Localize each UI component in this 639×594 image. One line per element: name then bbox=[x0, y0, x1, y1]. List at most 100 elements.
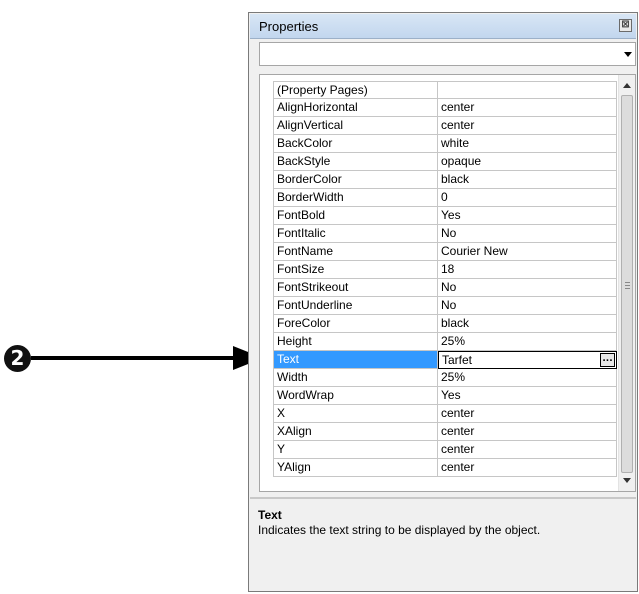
property-value[interactable]: 0 bbox=[438, 189, 617, 207]
property-value[interactable]: No bbox=[438, 279, 617, 297]
property-name[interactable]: Width bbox=[273, 369, 438, 387]
property-name[interactable]: FontName bbox=[273, 243, 438, 261]
property-value-text: white bbox=[441, 136, 470, 150]
property-name[interactable]: BackColor bbox=[273, 135, 438, 153]
property-name[interactable]: X bbox=[273, 405, 438, 423]
grip-icon bbox=[625, 282, 630, 289]
property-value[interactable]: No bbox=[438, 297, 617, 315]
property-name[interactable]: WordWrap bbox=[273, 387, 438, 405]
property-row[interactable]: BorderWidth 0 bbox=[273, 189, 617, 207]
property-value-text: Yes bbox=[441, 208, 461, 222]
property-value-text: center bbox=[441, 406, 475, 420]
description-text: Indicates the text string to be displaye… bbox=[258, 523, 541, 537]
property-row[interactable]: BorderColor black bbox=[273, 171, 617, 189]
property-row[interactable]: Xcenter bbox=[273, 405, 617, 423]
property-row[interactable]: FontUnderline No bbox=[273, 297, 617, 315]
close-icon[interactable]: ⊠ bbox=[619, 19, 632, 32]
property-value[interactable]: opaque bbox=[438, 153, 617, 171]
property-value[interactable] bbox=[438, 81, 617, 99]
property-value-text: No bbox=[441, 280, 457, 294]
property-name[interactable]: Text bbox=[273, 351, 438, 369]
property-grid: (Property Pages) AlignHorizontal center Ali… bbox=[259, 74, 636, 492]
description-splitter[interactable] bbox=[250, 497, 636, 499]
property-name[interactable]: FontItalic bbox=[273, 225, 438, 243]
property-name[interactable]: XAlign bbox=[273, 423, 438, 441]
property-row[interactable]: YAlign center bbox=[273, 459, 617, 477]
property-value-text: black bbox=[441, 316, 470, 330]
property-value-text: Yes bbox=[441, 388, 461, 402]
property-name[interactable]: (Property Pages) bbox=[273, 81, 438, 99]
property-value[interactable]: white bbox=[438, 135, 617, 153]
property-value[interactable]: 18 bbox=[438, 261, 617, 279]
property-table: (Property Pages) AlignHorizontal center Ali… bbox=[273, 81, 617, 477]
property-name[interactable]: AlignVertical bbox=[273, 117, 438, 135]
property-row[interactable]: WordWrap Yes bbox=[273, 387, 617, 405]
ellipsis-button[interactable]: ... bbox=[600, 353, 615, 367]
property-row[interactable]: Text Tarfet... bbox=[273, 351, 617, 369]
property-value[interactable]: center bbox=[438, 405, 617, 423]
property-name[interactable]: YAlign bbox=[273, 459, 438, 477]
property-row[interactable]: FontName Courier New bbox=[273, 243, 617, 261]
property-name[interactable]: FontSize bbox=[273, 261, 438, 279]
property-value[interactable]: black bbox=[438, 171, 617, 189]
property-row[interactable]: AlignHorizontal center bbox=[273, 99, 617, 117]
property-name[interactable]: FontUnderline bbox=[273, 297, 438, 315]
property-value[interactable]: center bbox=[438, 423, 617, 441]
property-name[interactable]: FontBold bbox=[273, 207, 438, 225]
vertical-scrollbar[interactable] bbox=[618, 75, 635, 491]
property-row[interactable]: FontBold Yes bbox=[273, 207, 617, 225]
property-value[interactable]: center bbox=[438, 99, 617, 117]
property-value[interactable]: Tarfet... bbox=[438, 351, 617, 369]
scroll-down-icon[interactable] bbox=[623, 478, 631, 483]
property-value-text: center bbox=[441, 442, 475, 456]
callout-number-badge: 2 bbox=[4, 345, 31, 372]
property-name[interactable]: Height bbox=[273, 333, 438, 351]
property-row[interactable]: BackStyle opaque bbox=[273, 153, 617, 171]
property-value[interactable]: Yes bbox=[438, 387, 617, 405]
property-value-text: center bbox=[441, 460, 475, 474]
object-selector-dropdown[interactable] bbox=[259, 42, 636, 66]
property-row[interactable]: BackColor white bbox=[273, 135, 617, 153]
scroll-up-icon[interactable] bbox=[623, 83, 631, 88]
property-row[interactable]: ForeColor black bbox=[273, 315, 617, 333]
property-row[interactable]: (Property Pages) bbox=[273, 81, 617, 99]
property-value-text: center bbox=[441, 118, 475, 132]
property-value[interactable]: center bbox=[438, 117, 617, 135]
property-name[interactable]: BorderWidth bbox=[273, 189, 438, 207]
property-name[interactable]: FontStrikeout bbox=[273, 279, 438, 297]
window-title: Properties bbox=[259, 19, 319, 34]
property-value[interactable]: center bbox=[438, 459, 617, 477]
property-value-text: black bbox=[441, 172, 470, 186]
property-value-text: 18 bbox=[441, 262, 455, 276]
chevron-down-icon[interactable] bbox=[624, 52, 632, 57]
property-name[interactable]: AlignHorizontal bbox=[273, 99, 438, 117]
property-value-text: 0 bbox=[441, 190, 448, 204]
property-row[interactable]: Ycenter bbox=[273, 441, 617, 459]
property-name[interactable]: BorderColor bbox=[273, 171, 438, 189]
property-value-text: No bbox=[441, 226, 457, 240]
property-row[interactable]: FontStrikeout No bbox=[273, 279, 617, 297]
property-name[interactable]: ForeColor bbox=[273, 315, 438, 333]
callout-arrow-line bbox=[31, 356, 236, 360]
property-value-text: 25% bbox=[441, 334, 466, 348]
property-value-text: Tarfet bbox=[442, 353, 473, 367]
property-value[interactable]: No bbox=[438, 225, 617, 243]
property-row[interactable]: AlignVertical center bbox=[273, 117, 617, 135]
property-row[interactable]: XAlign center bbox=[273, 423, 617, 441]
title-bar: Properties ⊠ bbox=[250, 14, 636, 39]
property-value-text: No bbox=[441, 298, 457, 312]
property-value[interactable]: Yes bbox=[438, 207, 617, 225]
property-value[interactable]: 25% bbox=[438, 333, 617, 351]
property-row[interactable]: FontItalic No bbox=[273, 225, 617, 243]
property-value[interactable]: 25% bbox=[438, 369, 617, 387]
property-row[interactable]: FontSize 18 bbox=[273, 261, 617, 279]
property-row[interactable]: Height 25% bbox=[273, 333, 617, 351]
property-row[interactable]: Width 25% bbox=[273, 369, 617, 387]
property-value[interactable]: center bbox=[438, 441, 617, 459]
property-name[interactable]: BackStyle bbox=[273, 153, 438, 171]
property-name[interactable]: Y bbox=[273, 441, 438, 459]
scroll-thumb[interactable] bbox=[621, 95, 633, 473]
property-value-text: center bbox=[441, 100, 475, 114]
property-value[interactable]: Courier New bbox=[438, 243, 617, 261]
property-value[interactable]: black bbox=[438, 315, 617, 333]
